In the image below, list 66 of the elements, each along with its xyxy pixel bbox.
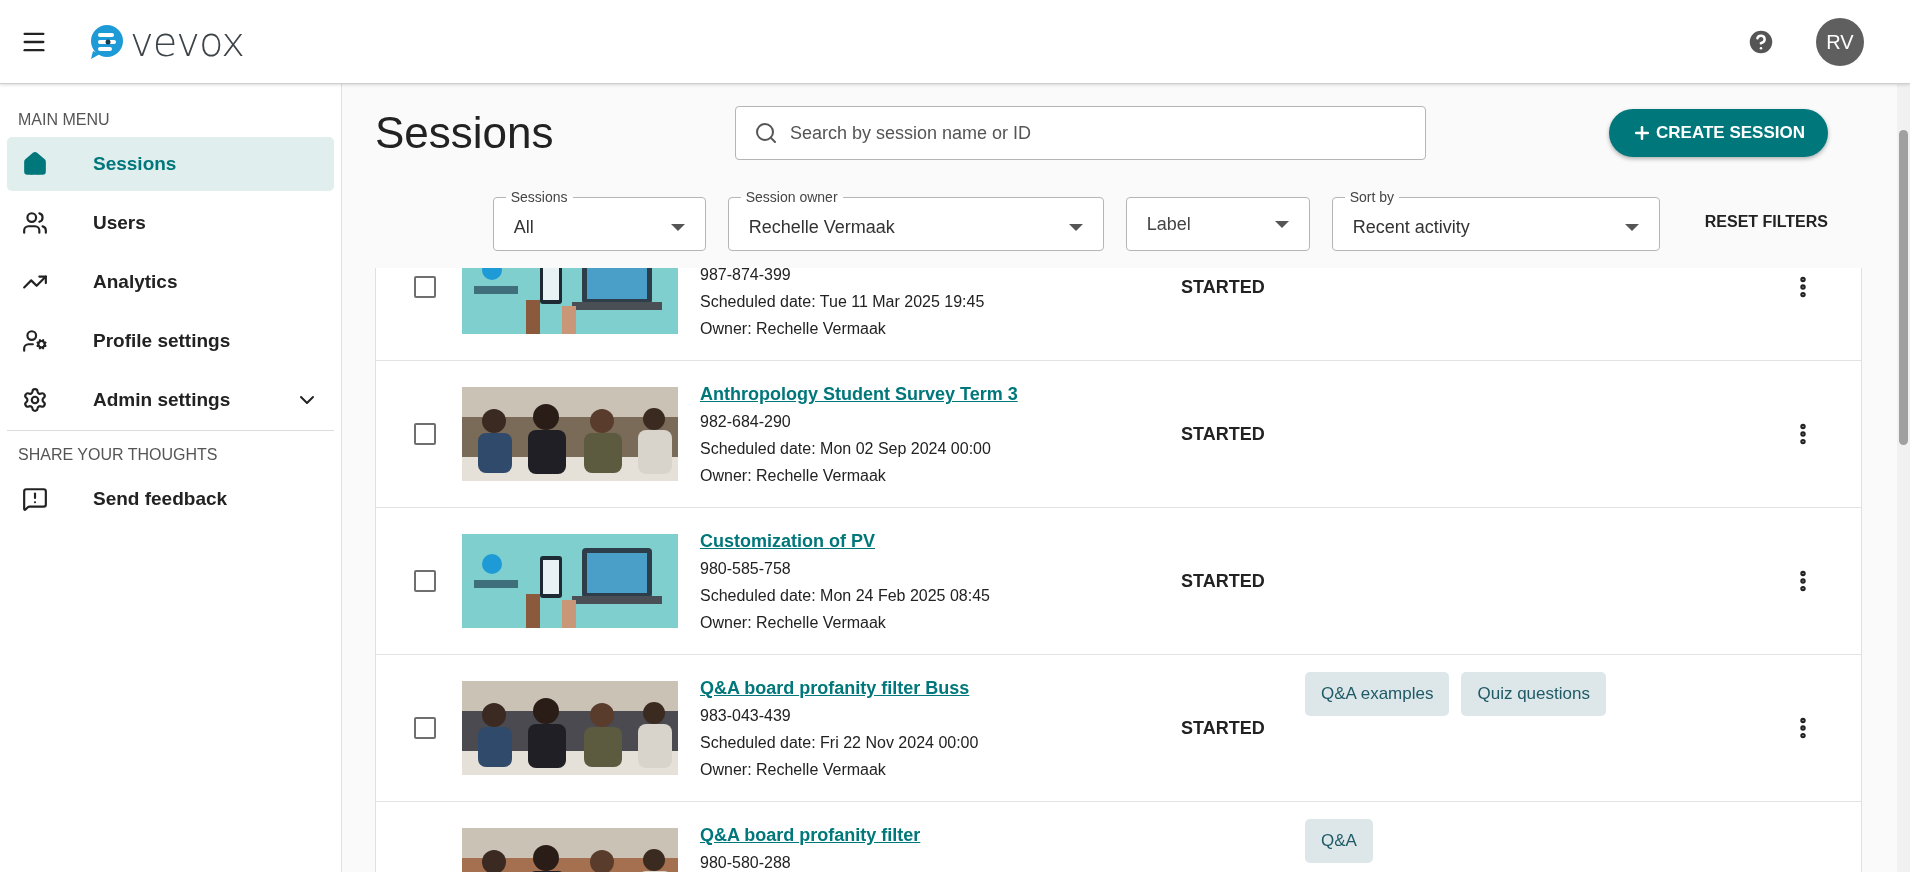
users-icon <box>22 210 48 236</box>
session-id: 980-580-288 <box>700 853 792 872</box>
dropdown-arrow-icon <box>670 224 685 231</box>
sidebar-item[interactable]: Users <box>7 196 334 250</box>
filter-label: Sessions <box>509 188 569 206</box>
filter-value: Recent activity <box>1352 216 1470 239</box>
checkbox[interactable] <box>414 276 436 298</box>
session-owner: Owner: Rechelle Vermaak <box>700 319 887 339</box>
create-session-button[interactable]: CREATE SESSION <box>1609 109 1828 157</box>
reset-filters-button[interactable]: RESET FILTERS <box>1704 210 1828 234</box>
search-icon <box>754 121 778 145</box>
section-heading: SHARE YOUR THOUGHTS <box>17 445 219 465</box>
filter-label: Session owner <box>744 188 839 206</box>
sidebar-item[interactable]: Sessions <box>7 137 334 191</box>
session-title-link[interactable]: Q&A board profanity filter Buss <box>700 675 1181 702</box>
feedback-icon <box>22 486 48 512</box>
status-label: STARTED <box>1181 570 1265 591</box>
scheduled-date: Scheduled date: Tue 11 Mar 2025 19:45 <box>700 292 986 312</box>
session-owner: Owner: Rechelle Vermaak <box>700 466 887 486</box>
checkbox[interactable] <box>414 717 436 739</box>
checkbox[interactable] <box>414 423 436 445</box>
label-tag[interactable]: Q&A <box>1305 819 1373 863</box>
scheduled-date: Scheduled date: Mon 02 Sep 2024 00:00 <box>700 439 992 459</box>
session-id: 987-874-399 <box>700 268 792 285</box>
logo-wordmark: vevox <box>130 21 244 62</box>
sidebar-item[interactable]: Send feedback <box>7 472 334 526</box>
user-gear-icon <box>22 328 48 354</box>
checkbox[interactable] <box>414 570 436 592</box>
session-id: 983-043-439 <box>700 706 792 726</box>
filter-label: Sort by <box>1348 188 1396 206</box>
session-id: 982-684-290 <box>700 412 792 432</box>
home-icon <box>22 151 48 177</box>
label-tag[interactable]: Q&A examples <box>1305 672 1450 716</box>
filter-select[interactable]: Sort by Recent activity <box>1331 188 1660 251</box>
filter-value: All <box>513 216 534 239</box>
scrollbar[interactable] <box>1897 84 1910 872</box>
status-label: STARTED <box>1181 423 1265 444</box>
session-owner: Owner: Rechelle Vermaak <box>700 613 887 633</box>
status-label: STARTED <box>1181 717 1265 738</box>
session-title-link[interactable]: Q&A board profanity filter <box>700 822 1181 849</box>
dropdown-arrow-icon <box>1068 224 1083 231</box>
avatar[interactable]: RV <box>1816 17 1864 66</box>
filter-placeholder: Label <box>1146 212 1191 236</box>
session-title-link[interactable]: Customization of PV <box>700 528 1181 555</box>
search-input[interactable]: Search by session name or ID <box>790 119 1425 147</box>
filter-select[interactable]: Sessions All <box>492 188 706 251</box>
sidebar-item[interactable]: Admin settings <box>7 373 334 427</box>
filter-select[interactable]: Session owner Rechelle Vermaak <box>727 188 1104 251</box>
filter-value: Rechelle Vermaak <box>748 216 895 239</box>
scheduled-date: Scheduled date: Fri 22 Nov 2024 00:00 <box>700 733 980 753</box>
label-tag[interactable]: Quiz questions <box>1461 672 1606 716</box>
sidebar-item[interactable]: Analytics <box>7 255 334 309</box>
search-field[interactable]: Search by session name or ID <box>735 106 1426 160</box>
dropdown-arrow-icon <box>1274 220 1289 228</box>
dropdown-arrow-icon <box>1624 224 1639 231</box>
session-id: 980-585-758 <box>700 559 792 579</box>
sidebar-item[interactable]: Profile settings <box>7 314 334 368</box>
session-owner: Owner: Rechelle Vermaak <box>700 760 887 780</box>
scheduled-date: Scheduled date: Mon 24 Feb 2025 08:45 <box>700 586 991 606</box>
session-title-link[interactable]: Anthropology Student Survey Term 3 <box>700 381 1181 408</box>
status-label: STARTED <box>1181 276 1265 297</box>
logo-icon <box>88 23 124 60</box>
section-heading: MAIN MENU <box>17 110 111 130</box>
filter-select[interactable]: Label <box>1125 197 1310 251</box>
page-title: Sessions <box>375 107 555 159</box>
gear-icon <box>22 387 48 413</box>
